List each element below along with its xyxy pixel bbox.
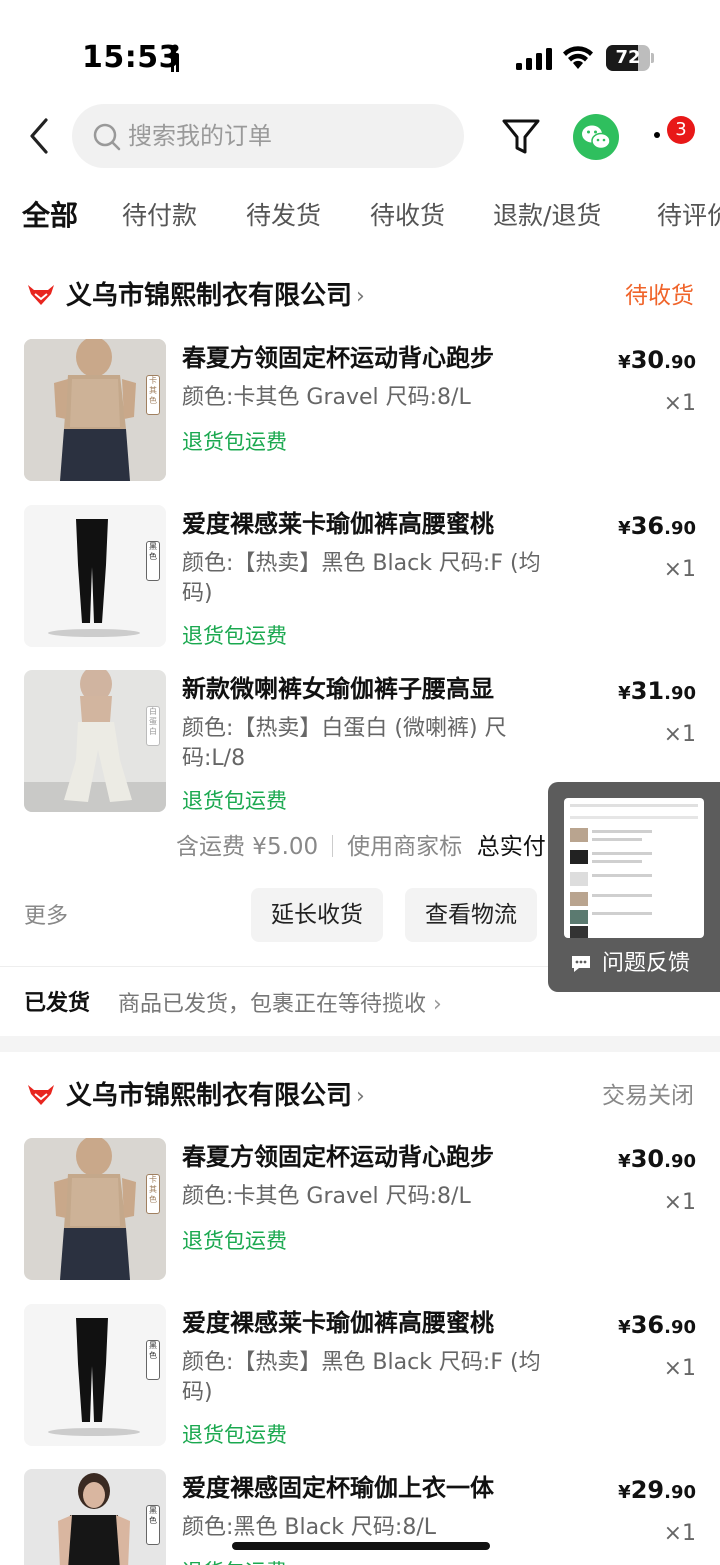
- tab-pending-review[interactable]: 待评价: [657, 190, 720, 242]
- battery-percent: 72: [615, 47, 641, 68]
- filter-icon[interactable]: [500, 116, 542, 158]
- shop-name[interactable]: 义乌市锦熙制衣有限公司: [66, 276, 352, 316]
- search-box[interactable]: [72, 104, 464, 168]
- shop-name[interactable]: 义乌市锦熙制衣有限公司: [66, 1076, 352, 1116]
- product-thumbnail[interactable]: 黑色: [24, 505, 166, 647]
- shop-logo-icon: [28, 1085, 54, 1105]
- order-item[interactable]: 卡其色 春夏方领固定杯运动背心跑步 颜色:卡其色 Gravel 尺码:8/L 退…: [0, 1138, 720, 1288]
- product-title[interactable]: 爱度裸感莱卡瑜伽裤高腰蜜桃: [182, 1306, 602, 1340]
- color-tag: 卡其色: [146, 1174, 160, 1214]
- tab-pending-shipment[interactable]: 待发货: [246, 190, 321, 242]
- product-spec: 颜色:【热卖】黑色 Black 尺码:F (均码): [182, 551, 541, 606]
- free-return-tag: 退货包运费: [182, 1557, 287, 1565]
- product-spec: 颜色:【热卖】白蛋白 (微喇裤) 尺码:L/8: [182, 716, 507, 771]
- product-thumbnail[interactable]: 卡其色: [24, 339, 166, 481]
- product-spec: 颜色:黑色 Black 尺码:8/L: [182, 1515, 436, 1540]
- home-indicator[interactable]: [232, 1542, 490, 1550]
- order-item[interactable]: 黑色 爱度裸感莱卡瑜伽裤高腰蜜桃 颜色:【热卖】黑色 Black 尺码:F (均…: [0, 505, 720, 665]
- chevron-right-icon: ›: [433, 992, 442, 1017]
- shipment-status-label: 已发货: [24, 991, 91, 1016]
- order-status: 交易关闭: [602, 1083, 694, 1109]
- free-return-tag: 退货包运费: [182, 1423, 287, 1447]
- total-paid-label: 总实付: [476, 834, 546, 860]
- shop-logo-icon: [28, 285, 54, 305]
- status-bar: 15:53 72: [0, 0, 720, 100]
- wechat-share-icon[interactable]: [573, 114, 619, 160]
- product-spec: 颜色:卡其色 Gravel 尺码:8/L: [182, 385, 471, 410]
- color-tag: 卡其色: [146, 375, 160, 415]
- search-header: 3: [0, 100, 720, 176]
- section-divider: [0, 1036, 720, 1052]
- tab-all[interactable]: 全部: [22, 190, 78, 242]
- order-card: 义乌市锦熙制衣有限公司 › 交易关闭 卡其色 春夏方领固定杯运动背心跑步 颜色:…: [0, 1072, 720, 1565]
- product-price: ¥30.90: [618, 346, 696, 374]
- shop-header[interactable]: 义乌市锦熙制衣有限公司 › 待收货: [0, 272, 720, 322]
- order-item[interactable]: 黑色 爱度裸感固定杯瑜伽上衣一体 颜色:黑色 Black 尺码:8/L 退货包运…: [0, 1469, 720, 1565]
- product-price: ¥29.90: [618, 1476, 696, 1504]
- product-thumbnail[interactable]: 白蛋白: [24, 670, 166, 812]
- product-title[interactable]: 爱度裸感莱卡瑜伽裤高腰蜜桃: [182, 507, 602, 541]
- extend-receipt-button[interactable]: 延长收货: [251, 888, 383, 942]
- color-tag: 白蛋白: [146, 706, 160, 746]
- tab-refund-return[interactable]: 退款/退货: [493, 190, 601, 242]
- order-item[interactable]: 黑色 爱度裸感莱卡瑜伽裤高腰蜜桃 颜色:【热卖】黑色 Black 尺码:F (均…: [0, 1304, 720, 1464]
- notification-badge[interactable]: 3: [667, 116, 695, 144]
- feedback-widget[interactable]: 问题反馈: [548, 782, 720, 992]
- back-arrow-icon[interactable]: [24, 116, 54, 156]
- product-quantity: ×1: [663, 1356, 696, 1381]
- product-price: ¥30.90: [618, 1145, 696, 1173]
- product-price: ¥31.90: [618, 677, 696, 705]
- color-tag: 黑色: [146, 1505, 160, 1545]
- battery-indicator: 72: [606, 45, 654, 71]
- free-return-tag: 退货包运费: [182, 1229, 287, 1253]
- order-status: 待收货: [625, 283, 694, 309]
- feedback-button[interactable]: 问题反馈: [548, 946, 720, 986]
- more-menu-icon[interactable]: [654, 132, 660, 138]
- person-activity-icon: [171, 44, 179, 72]
- cellular-signal-icon: [516, 48, 552, 70]
- shipment-status-text: 商品已发货，包裹正在等待揽收 ›: [118, 992, 442, 1017]
- order-item[interactable]: 卡其色 春夏方领固定杯运动背心跑步 颜色:卡其色 Gravel 尺码:8/L 退…: [0, 339, 720, 489]
- status-time: 15:53: [82, 40, 180, 75]
- view-logistics-button[interactable]: 查看物流: [405, 888, 537, 942]
- product-quantity: ×1: [663, 391, 696, 416]
- feedback-label[interactable]: 问题反馈: [602, 948, 690, 980]
- search-input[interactable]: [128, 104, 448, 168]
- product-title[interactable]: 春夏方领固定杯运动背心跑步: [182, 341, 602, 375]
- wifi-icon: [563, 46, 593, 69]
- merchant-note: 使用商家标: [347, 834, 463, 860]
- tab-pending-receipt[interactable]: 待收货: [370, 190, 445, 242]
- shipping-fee: 含运费 ¥5.00: [176, 834, 319, 860]
- product-spec: 颜色:卡其色 Gravel 尺码:8/L: [182, 1184, 471, 1209]
- chevron-right-icon: ›: [356, 284, 365, 309]
- product-spec: 颜色:【热卖】黑色 Black 尺码:F (均码): [182, 1350, 541, 1405]
- shop-header[interactable]: 义乌市锦熙制衣有限公司 › 交易关闭: [0, 1072, 720, 1122]
- chevron-right-icon: ›: [356, 1084, 365, 1109]
- product-quantity: ×1: [663, 722, 696, 747]
- tab-pending-payment[interactable]: 待付款: [122, 190, 197, 242]
- product-quantity: ×1: [663, 1190, 696, 1215]
- product-thumbnail[interactable]: 卡其色: [24, 1138, 166, 1280]
- free-return-tag: 退货包运费: [182, 430, 287, 454]
- product-title[interactable]: 春夏方领固定杯运动背心跑步: [182, 1140, 602, 1174]
- color-tag: 黑色: [146, 1340, 160, 1380]
- order-tabs: 全部 待付款 待发货 待收货 退款/退货 待评价: [0, 190, 720, 242]
- more-link[interactable]: 更多: [24, 898, 68, 930]
- product-title[interactable]: 新款微喇裤女瑜伽裤子腰高显: [182, 672, 602, 706]
- free-return-tag: 退货包运费: [182, 624, 287, 648]
- product-price: ¥36.90: [618, 512, 696, 540]
- order-summary: 含运费 ¥5.00 使用商家标 总实付: [176, 830, 546, 864]
- product-price: ¥36.90: [618, 1311, 696, 1339]
- product-quantity: ×1: [663, 557, 696, 582]
- search-icon: [93, 123, 121, 151]
- color-tag: 黑色: [146, 541, 160, 581]
- chat-bubble-icon: [572, 956, 590, 972]
- product-thumbnail[interactable]: 黑色: [24, 1304, 166, 1446]
- product-thumbnail[interactable]: 黑色: [24, 1469, 166, 1565]
- product-title[interactable]: 爱度裸感固定杯瑜伽上衣一体: [182, 1471, 602, 1505]
- product-quantity: ×1: [663, 1521, 696, 1546]
- screenshot-preview[interactable]: [564, 798, 704, 938]
- free-return-tag: 退货包运费: [182, 789, 287, 813]
